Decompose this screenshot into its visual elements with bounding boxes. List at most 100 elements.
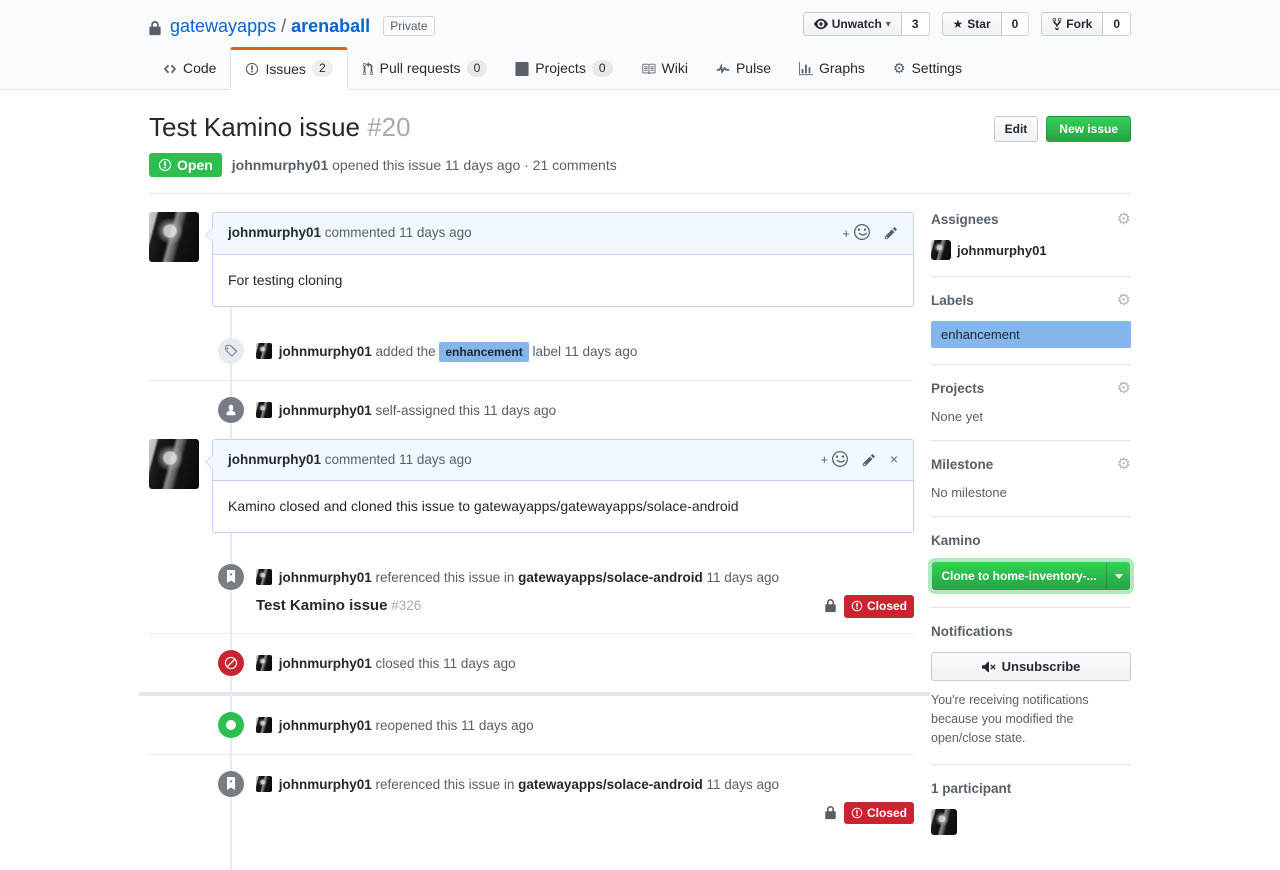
project-icon bbox=[515, 61, 529, 76]
sidebar-participants: 1 participant bbox=[931, 781, 1131, 854]
repo-name-link[interactable]: arenaball bbox=[291, 16, 370, 36]
lock-icon bbox=[825, 802, 836, 824]
referenced-repo-link[interactable]: gatewayapps/solace-android bbox=[518, 570, 703, 585]
fork-button[interactable]: Fork bbox=[1041, 12, 1103, 36]
sidebar-assignees: Assignees ⚙ johnmurphy01 bbox=[931, 212, 1131, 277]
label-enhancement[interactable]: enhancement bbox=[931, 321, 1131, 348]
visibility-badge: Private bbox=[383, 16, 434, 36]
stars-count[interactable]: 0 bbox=[1002, 12, 1030, 36]
projects-count: 0 bbox=[592, 60, 613, 77]
avatar bbox=[931, 240, 951, 260]
avatar[interactable] bbox=[149, 439, 199, 489]
avatar[interactable] bbox=[256, 343, 272, 359]
repo-owner-link[interactable]: gatewayapps bbox=[170, 16, 276, 36]
pulse-icon bbox=[716, 61, 730, 76]
unwatch-button[interactable]: Unwatch ▾ bbox=[803, 12, 902, 36]
smiley-icon[interactable] bbox=[854, 223, 870, 243]
unsubscribe-button[interactable]: Unsubscribe bbox=[931, 652, 1131, 681]
dot-icon bbox=[218, 712, 244, 738]
tab-projects[interactable]: Projects 0 bbox=[501, 47, 626, 89]
avatar[interactable] bbox=[256, 717, 272, 733]
add-reaction-plus: + bbox=[821, 450, 829, 470]
person-icon bbox=[218, 397, 244, 423]
forks-count[interactable]: 0 bbox=[1103, 12, 1131, 36]
status-badge-open: Open bbox=[149, 153, 222, 177]
smiley-icon[interactable] bbox=[832, 450, 848, 470]
referenced-issue-link[interactable]: Test Kamino issue bbox=[256, 597, 387, 614]
tab-pull-requests[interactable]: Pull requests 0 bbox=[348, 47, 502, 89]
watchers-count[interactable]: 3 bbox=[902, 12, 930, 36]
comment-header: johnmurphy01 commented 11 days ago + × bbox=[213, 440, 913, 481]
issue-meta-text: johnmurphy01 opened this issue 11 days a… bbox=[232, 157, 617, 173]
clone-dropdown-button[interactable] bbox=[1106, 562, 1130, 590]
avatar[interactable] bbox=[256, 402, 272, 418]
chevron-down-icon bbox=[1115, 574, 1123, 583]
referenced-repo-link[interactable]: gatewayapps/solace-android bbox=[518, 777, 703, 792]
add-reaction-plus: + bbox=[842, 224, 850, 244]
username-link[interactable]: johnmurphy01 bbox=[279, 570, 372, 585]
issue-opened-icon bbox=[245, 61, 259, 76]
pencil-icon[interactable] bbox=[884, 223, 898, 243]
event-referenced: johnmurphy01 referenced this issue in ga… bbox=[149, 548, 914, 634]
graph-icon bbox=[799, 61, 813, 76]
issue-author-link[interactable]: johnmurphy01 bbox=[232, 157, 328, 173]
lock-icon bbox=[149, 16, 161, 36]
tab-code[interactable]: Code bbox=[149, 47, 230, 89]
tab-issues[interactable]: Issues 2 bbox=[230, 47, 347, 90]
event-assigned: johnmurphy01 self-assigned this 11 days … bbox=[149, 381, 914, 439]
username-link[interactable]: johnmurphy01 bbox=[279, 777, 372, 792]
username-link[interactable]: johnmurphy01 bbox=[279, 344, 372, 359]
tab-wiki[interactable]: Wiki bbox=[627, 47, 702, 89]
comment-header: johnmurphy01 commented 11 days ago + bbox=[213, 213, 913, 254]
status-badge-closed: Closed bbox=[844, 595, 914, 618]
lock-icon bbox=[825, 595, 836, 617]
tab-graphs[interactable]: Graphs bbox=[785, 47, 879, 89]
tab-pulse[interactable]: Pulse bbox=[702, 47, 785, 89]
new-issue-button[interactable]: New issue bbox=[1046, 116, 1131, 142]
gear-icon[interactable]: ⚙ bbox=[1117, 209, 1131, 229]
referenced-issue-number: #326 bbox=[391, 598, 421, 613]
sidebar-labels: Labels ⚙ enhancement bbox=[931, 293, 1131, 365]
assignee-user[interactable]: johnmurphy01 bbox=[931, 240, 1131, 260]
avatar[interactable] bbox=[256, 655, 272, 671]
gear-icon[interactable]: ⚙ bbox=[1117, 290, 1131, 310]
close-icon[interactable]: × bbox=[890, 450, 898, 470]
participant-avatar[interactable] bbox=[931, 809, 957, 835]
username-link[interactable]: johnmurphy01 bbox=[279, 403, 372, 418]
bookmark-icon bbox=[218, 564, 244, 590]
circle-slash-icon bbox=[218, 650, 244, 676]
comment: johnmurphy01 commented 11 days ago + For… bbox=[149, 212, 914, 306]
book-icon bbox=[641, 61, 656, 76]
tab-settings[interactable]: ⚙ Settings bbox=[879, 47, 976, 89]
milestone-empty-text: No milestone bbox=[931, 485, 1131, 500]
issue-number: #20 bbox=[367, 112, 410, 142]
username-link[interactable]: johnmurphy01 bbox=[228, 452, 321, 467]
gear-icon[interactable]: ⚙ bbox=[1117, 378, 1131, 398]
comment-body: For testing cloning bbox=[213, 255, 913, 306]
kamino-clone-button: Clone to home-inventory-... bbox=[931, 561, 1131, 591]
avatar[interactable] bbox=[256, 776, 272, 792]
comment-body: Kamino closed and cloned this issue to g… bbox=[213, 481, 913, 532]
issue-opened-icon bbox=[158, 158, 172, 172]
gear-icon[interactable]: ⚙ bbox=[1117, 454, 1131, 474]
gear-icon: ⚙ bbox=[893, 61, 906, 75]
star-button[interactable]: ★ Star bbox=[942, 12, 1002, 36]
projects-empty-text: None yet bbox=[931, 409, 1131, 424]
label-enhancement[interactable]: enhancement bbox=[439, 342, 528, 362]
avatar[interactable] bbox=[256, 569, 272, 585]
sidebar-notifications: Notifications Unsubscribe You're receivi… bbox=[931, 624, 1131, 764]
sidebar-milestone: Milestone ⚙ No milestone bbox=[931, 457, 1131, 517]
pull-request-icon bbox=[362, 61, 374, 76]
issues-count: 2 bbox=[312, 60, 333, 77]
username-link[interactable]: johnmurphy01 bbox=[279, 718, 372, 733]
pulls-count: 0 bbox=[467, 60, 488, 77]
edit-button[interactable]: Edit bbox=[994, 116, 1039, 142]
username-link[interactable]: johnmurphy01 bbox=[228, 225, 321, 240]
pencil-icon[interactable] bbox=[862, 450, 876, 470]
username-link[interactable]: johnmurphy01 bbox=[279, 656, 372, 671]
event-referenced: johnmurphy01 referenced this issue in ga… bbox=[149, 755, 914, 840]
avatar[interactable] bbox=[149, 212, 199, 262]
repo-actions: Unwatch ▾ 3 ★ Star 0 Fork bbox=[803, 12, 1131, 36]
clone-to-repo-button[interactable]: Clone to home-inventory-... bbox=[932, 562, 1106, 590]
comment: johnmurphy01 commented 11 days ago + × K… bbox=[149, 439, 914, 533]
